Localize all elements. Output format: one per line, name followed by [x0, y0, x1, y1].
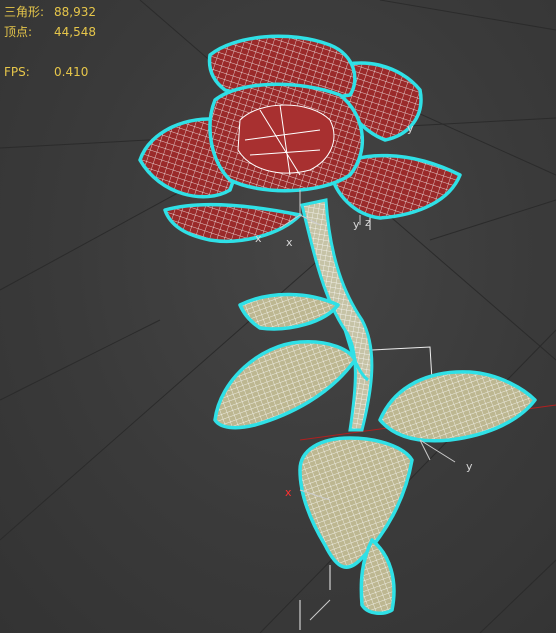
rose-leaves[interactable]: [213, 292, 537, 616]
petal-outer-bottom: [163, 202, 302, 243]
triangle-count-value: 88,932: [54, 5, 96, 19]
viewport-scene[interactable]: x x z y y y x: [0, 0, 556, 633]
gizmo-label-x-1: x: [255, 232, 262, 245]
leaf-left: [213, 340, 357, 430]
fps-label: FPS:: [4, 65, 30, 79]
leaf-right: [378, 370, 537, 443]
vertex-count-value: 44,548: [54, 25, 96, 39]
gizmo-label-x-2: x: [286, 236, 293, 249]
vertex-count-label: 顶点:: [4, 25, 33, 39]
leaf-bottom: [298, 436, 414, 569]
triangle-count-label: 三角形:: [4, 5, 45, 19]
gizmo-label-y-1: y: [407, 122, 414, 135]
gizmo-label-y-2: y: [466, 460, 473, 473]
3d-viewport[interactable]: x x z y y y x 三角形: 88,932 顶点: 44,548 FPS…: [0, 0, 556, 633]
gizmo-label-z-1: z: [365, 216, 371, 229]
gizmo-label-x-red: x: [285, 486, 292, 499]
fps-value: 0.410: [54, 65, 89, 79]
leaf-stem-tip: [359, 538, 396, 616]
gizmo-label-y-3: y: [353, 218, 360, 231]
leaf-upper-left: [238, 292, 340, 331]
